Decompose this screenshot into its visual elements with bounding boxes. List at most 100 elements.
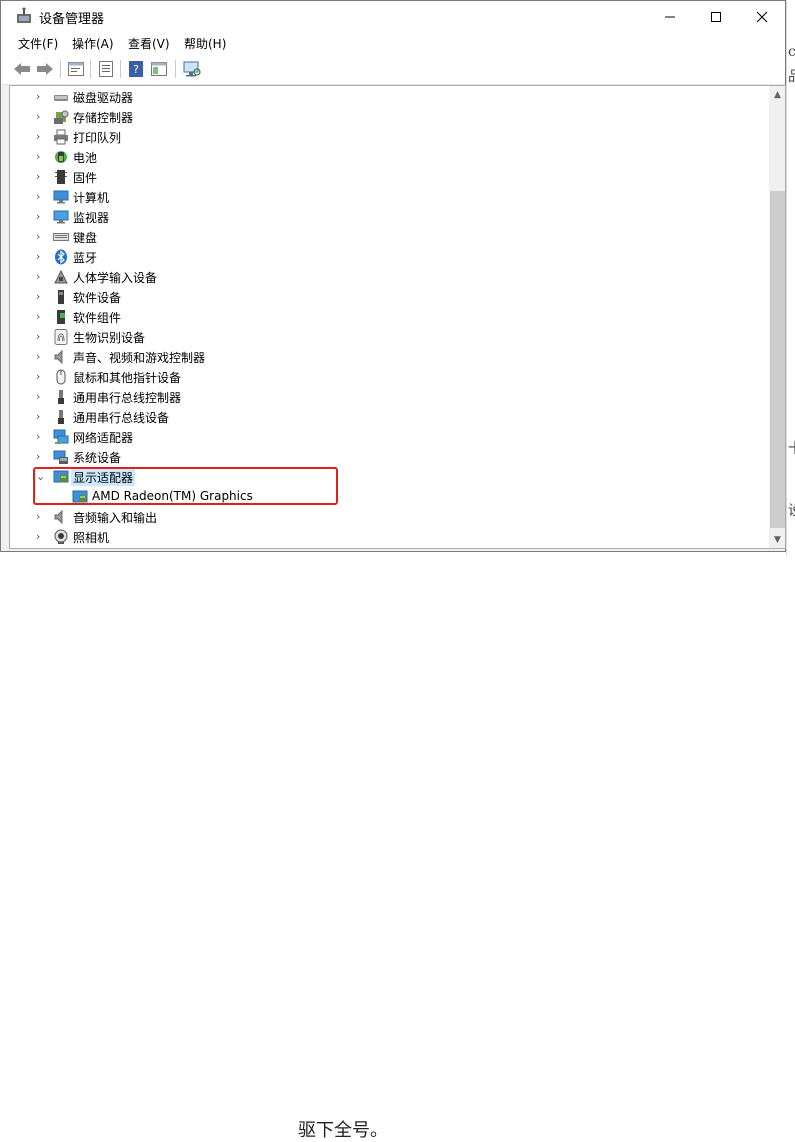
tree-item[interactable]: › 音频输入和输出 [10, 507, 770, 527]
tree-item-label: 声音、视频和游戏控制器 [73, 351, 206, 365]
help-button[interactable]: ? [125, 58, 147, 80]
expand-icon[interactable]: › [36, 231, 46, 243]
tree-item[interactable]: › 网络适配器 [10, 427, 770, 447]
usb-device-icon [53, 409, 69, 425]
network-adapter-icon [53, 429, 69, 445]
view-button[interactable] [148, 58, 170, 80]
tree-item[interactable]: › 人体学输入设备 [10, 267, 770, 287]
close-button[interactable] [739, 1, 785, 32]
tree-item[interactable]: › 照相机 [10, 527, 770, 547]
expand-icon[interactable]: › [36, 371, 46, 383]
battery-icon [53, 149, 69, 165]
scroll-down-button[interactable]: ▼ [769, 531, 785, 548]
forward-button[interactable] [34, 58, 56, 80]
tree-item-label: 软件组件 [73, 311, 122, 325]
title-bar[interactable]: 设备管理器 [1, 1, 785, 32]
tree-item-label: 固件 [73, 171, 98, 185]
tree-item-label: 存储控制器 [73, 111, 134, 125]
tree-item[interactable]: › 软件组件 [10, 307, 770, 327]
expand-icon[interactable]: › [36, 451, 46, 463]
device-manager-icon [15, 7, 33, 25]
tree-item[interactable]: › 打印队列 [10, 127, 770, 147]
menu-view[interactable]: 查看(V) [128, 35, 170, 52]
chevron-up-icon: ▲ [774, 89, 781, 100]
tree-item[interactable]: › 固件 [10, 167, 770, 187]
background-text-fragment: 品 [788, 66, 795, 86]
expand-icon[interactable]: › [36, 251, 46, 263]
tree-item-label: 人体学输入设备 [73, 271, 158, 285]
minimize-button[interactable] [647, 1, 693, 32]
system-device-icon [53, 449, 69, 465]
tree-item[interactable]: › 磁盘驱动器 [10, 87, 770, 107]
expand-icon[interactable]: › [36, 111, 46, 123]
expand-icon[interactable]: › [36, 191, 46, 203]
computer-icon [53, 189, 69, 205]
device-tree[interactable]: › 磁盘驱动器 › 存储控制器 › 打印队列 › 电池 › 固件 › 计算机 ›… [9, 85, 786, 549]
tree-item[interactable]: › 计算机 [10, 187, 770, 207]
tree-item[interactable]: › 生物识别设备 [10, 327, 770, 347]
hid-icon [53, 269, 69, 285]
tree-item-label: 照相机 [73, 531, 110, 545]
tree-item[interactable]: › 系统设备 [10, 447, 770, 467]
background-text: 驱下全号。 [298, 1120, 388, 1141]
tree-item-label: 计算机 [73, 191, 110, 205]
tree-item[interactable]: › 监视器 [10, 207, 770, 227]
expand-icon[interactable]: › [36, 311, 46, 323]
expand-icon[interactable]: › [36, 351, 46, 363]
vertical-scrollbar[interactable]: ▲ ▼ [769, 86, 785, 548]
background-text-fragment: cl [788, 44, 795, 60]
background-document: 驱下全号。 [0, 556, 795, 1141]
expand-icon[interactable]: › [36, 531, 46, 543]
tree-item[interactable]: › 软件设备 [10, 287, 770, 307]
expand-icon[interactable]: › [36, 131, 46, 143]
tree-item[interactable]: › 鼠标和其他指针设备 [10, 367, 770, 387]
expand-icon[interactable]: › [36, 291, 46, 303]
tree-item[interactable]: › 存储控制器 [10, 107, 770, 127]
expand-icon[interactable]: › [36, 271, 46, 283]
expand-icon[interactable]: › [36, 331, 46, 343]
tree-item[interactable]: › 电池 [10, 147, 770, 167]
help-icon: ? [129, 61, 143, 77]
expand-icon[interactable]: › [36, 211, 46, 223]
menu-bar: 文件(F) 操作(A) 查看(V) 帮助(H) [1, 32, 785, 54]
expand-icon[interactable]: › [36, 391, 46, 403]
chevron-down-icon: ▼ [774, 534, 781, 545]
tree-item-label: 软件设备 [73, 291, 122, 305]
back-button[interactable] [11, 58, 33, 80]
menu-file[interactable]: 文件(F) [18, 35, 58, 52]
scan-hardware-button[interactable] [181, 58, 203, 80]
expand-icon[interactable]: › [36, 431, 46, 443]
expand-icon[interactable]: › [36, 171, 46, 183]
background-window [786, 0, 795, 579]
expand-icon[interactable]: › [36, 411, 46, 423]
software-component-icon [53, 309, 69, 325]
scrollbar-thumb[interactable] [770, 191, 785, 528]
tree-item[interactable]: › 键盘 [10, 227, 770, 247]
expand-icon[interactable]: › [36, 91, 46, 103]
back-icon [14, 63, 30, 75]
tree-item[interactable]: › 通用串行总线设备 [10, 407, 770, 427]
software-device-icon [53, 289, 69, 305]
expand-icon[interactable]: › [36, 511, 46, 523]
maximize-button[interactable] [693, 1, 739, 32]
menu-action[interactable]: 操作(A) [72, 35, 114, 52]
tree-item-label: 音频输入和输出 [73, 511, 158, 525]
camera-icon [53, 529, 69, 545]
tree-item-label: 通用串行总线设备 [73, 411, 170, 425]
monitor-scan-icon [183, 61, 201, 77]
menu-help[interactable]: 帮助(H) [184, 35, 226, 52]
properties-icon [68, 62, 84, 76]
tree-item[interactable]: › 蓝牙 [10, 247, 770, 267]
view-icon [151, 62, 167, 76]
usb-icon [53, 389, 69, 405]
tree-item[interactable]: › 声音、视频和游戏控制器 [10, 347, 770, 367]
show-hidden-icon [99, 61, 113, 77]
show-hidden-button[interactable] [95, 58, 117, 80]
properties-button[interactable] [65, 58, 87, 80]
scroll-up-button[interactable]: ▲ [769, 86, 785, 103]
disk-drive-icon [53, 89, 69, 105]
toolbar-separator [175, 60, 176, 78]
annotation-highlight-box [33, 467, 338, 505]
expand-icon[interactable]: › [36, 151, 46, 163]
tree-item[interactable]: › 通用串行总线控制器 [10, 387, 770, 407]
